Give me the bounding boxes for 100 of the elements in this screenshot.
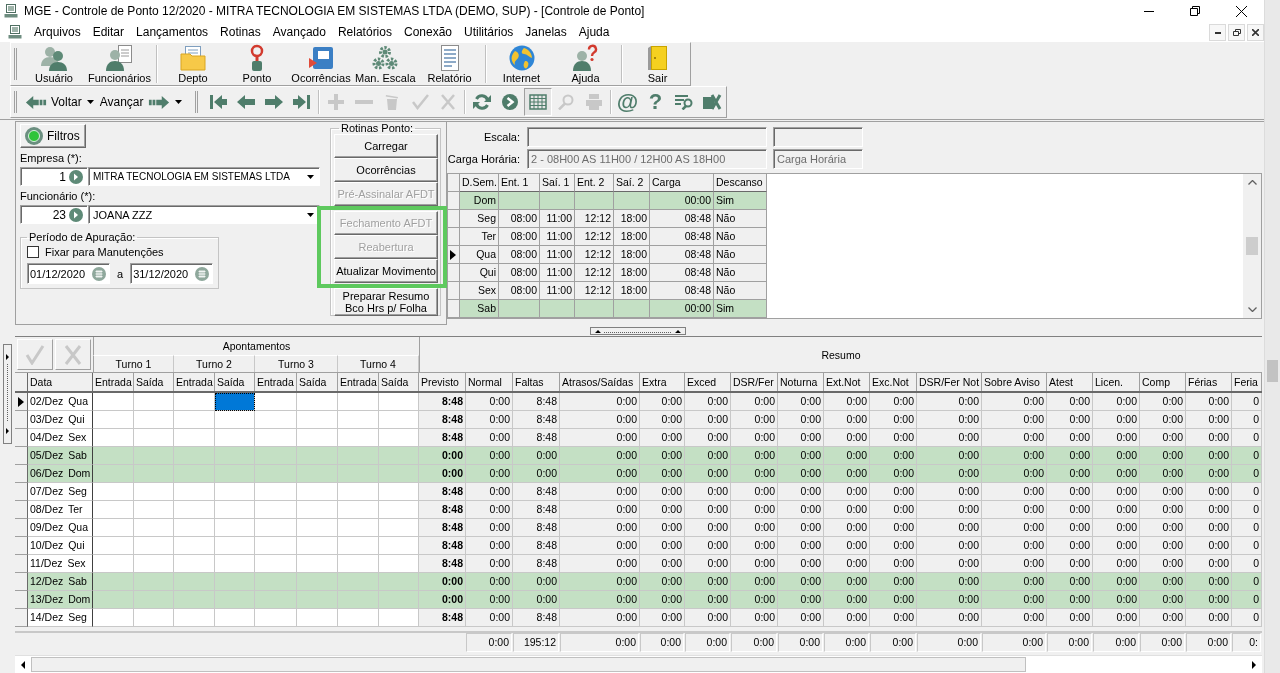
table-row[interactable]: Sab 00:00 Sim bbox=[448, 300, 767, 318]
table-row[interactable]: 04/Dez Sex 8:48 0:00 8:48 0:00 0:00 0:00 0:00 0:00 0:00 0:00 0:00 0:00 0:00 0:00 0:00 0:00 0 bbox=[15, 429, 1262, 447]
table-row[interactable]: Dom 00:00 Sim bbox=[448, 192, 767, 210]
toolbar-button[interactable]: Sair bbox=[625, 43, 690, 85]
table-row[interactable]: 13/Dez Dom 0:00 0:00 0:00 0:00 0:00 0:00 0:00 0:00 0:00 0:00 0:00 0:00 0:00 0:00 0:00 0:00 0 bbox=[15, 591, 1262, 609]
time-entry-cell[interactable] bbox=[134, 609, 174, 627]
table-row[interactable]: 09/Dez Qua 8:48 0:00 8:48 0:00 0:00 0:00 0:00 0:00 0:00 0:00 0:00 0:00 0:00 0:00 0:00 0:00 0 bbox=[15, 519, 1262, 537]
vertical-scrollbar[interactable] bbox=[1243, 174, 1261, 318]
filters-button[interactable]: Filtros bbox=[20, 124, 86, 148]
table-cell: 8:48 bbox=[513, 555, 560, 573]
checkbox[interactable] bbox=[27, 246, 39, 258]
table-row[interactable]: Seg 08:00 11:00 12:12 18:00 08:48 Não bbox=[448, 210, 767, 228]
company-select[interactable]: MITRA TECNOLOGIA EM SISTEMAS LTDA bbox=[88, 167, 320, 186]
time-entry-cell[interactable] bbox=[255, 609, 297, 627]
table-row[interactable]: Qui 08:00 11:00 12:12 18:00 08:48 Não bbox=[448, 264, 767, 282]
restore-icon bbox=[1190, 6, 1200, 16]
date-field[interactable]: 01/12/2020 bbox=[27, 263, 110, 284]
table-cell: 0:00 bbox=[1186, 501, 1232, 519]
back-button[interactable]: Voltar bbox=[22, 88, 85, 116]
workload-description-field[interactable]: Carga Horária bbox=[773, 148, 863, 169]
calendar-icon[interactable] bbox=[195, 266, 210, 281]
time-entry-cell[interactable] bbox=[215, 393, 255, 411]
vertical-scrollbar[interactable] bbox=[1264, 0, 1280, 673]
table-cell: 0:00 bbox=[778, 411, 824, 429]
side-panel-handle[interactable] bbox=[3, 344, 12, 444]
toolbar-button[interactable]: ? bbox=[641, 88, 670, 116]
menu-item[interactable]: Conexão bbox=[397, 25, 458, 39]
splitter-handle[interactable] bbox=[590, 326, 686, 335]
menu-item[interactable]: Janelas bbox=[519, 25, 573, 39]
time-entry-cell[interactable] bbox=[338, 609, 379, 627]
table-row[interactable]: 12/Dez Sab 0:00 0:00 0:00 0:00 0:00 0:00 0:00 0:00 0:00 0:00 0:00 0:00 0:00 0:00 0:00 0:00 0 bbox=[15, 573, 1262, 591]
table-row[interactable]: Qua 08:00 11:00 12:12 18:00 08:48 Não bbox=[448, 246, 767, 264]
table-row[interactable]: 03/Dez Qui 8:48 0:00 8:48 0:00 0:00 0:00 0:00 0:00 0:00 0:00 0:00 0:00 0:00 0:00 0:00 0:00 0 bbox=[15, 411, 1262, 429]
employee-select[interactable]: JOANA ZZZ bbox=[88, 205, 320, 224]
table-row[interactable]: 02/Dez Qua 8:48 0:00 8:48 0:00 0:00 0:00 0:00 0:00 0:00 0:00 0:00 0:00 0:00 0:00 0:00 0:00 0 bbox=[15, 393, 1262, 411]
workload-field[interactable]: 2 - 08H00 AS 11H00 / 12H00 AS 18H00 bbox=[527, 148, 767, 169]
table-row[interactable]: 08/Dez Ter 8:48 0:00 8:48 0:00 0:00 0:00 0:00 0:00 0:00 0:00 0:00 0:00 0:00 0:00 0:00 0:00 0 bbox=[15, 501, 1262, 519]
checkbox-label[interactable]: Fixar para Manutenções bbox=[45, 246, 164, 258]
scroll-thumb[interactable] bbox=[1267, 360, 1278, 382]
scroll-thumb[interactable] bbox=[31, 657, 1026, 672]
toolbar-button[interactable]: Internet bbox=[489, 43, 554, 85]
table-row[interactable]: 06/Dez Dom 0:00 0:00 0:00 0:00 0:00 0:00 0:00 0:00 0:00 0:00 0:00 0:00 0:00 0:00 0:00 0:00 0 bbox=[15, 465, 1262, 483]
toolbar-button[interactable]: Ocorrências bbox=[289, 43, 353, 85]
toolbar-button[interactable]: Ajuda bbox=[553, 43, 618, 85]
toolbar-button[interactable]: Depto bbox=[161, 43, 225, 85]
table-cell: 0:00 bbox=[640, 519, 685, 537]
table-cell: 0:00 bbox=[731, 501, 778, 519]
code-field[interactable]: 23 bbox=[20, 205, 88, 224]
table-row[interactable]: 14/Dez Seg 8:48 0:00 8:48 0:00 0:00 0:00 0:00 0:00 0:00 0:00 0:00 0:00 0:00 0:00 0:00 0:00 0 bbox=[15, 609, 1262, 627]
input-field[interactable] bbox=[527, 126, 767, 147]
table-row[interactable]: 10/Dez Qui 8:48 0:00 8:48 0:00 0:00 0:00 0:00 0:00 0:00 0:00 0:00 0:00 0:00 0:00 0:00 0:00 0 bbox=[15, 537, 1262, 555]
menu-item[interactable]: Relatórios bbox=[331, 25, 398, 39]
time-entry-cell[interactable] bbox=[297, 609, 338, 627]
close-button[interactable] bbox=[1247, 24, 1264, 41]
toolbar-button[interactable]: Man. Escala bbox=[353, 43, 418, 85]
routine-button[interactable]: Preparar Resumo Bco Hrs p/ Folha bbox=[334, 288, 438, 316]
table-icon bbox=[527, 94, 548, 110]
table-row[interactable]: 05/Dez Sab 0:00 0:00 0:00 0:00 0:00 0:00 0:00 0:00 0:00 0:00 0:00 0:00 0:00 0:00 0:00 0:00 0 bbox=[15, 447, 1262, 465]
triangle-right-icon[interactable] bbox=[1252, 660, 1256, 669]
row-header-cell bbox=[15, 555, 28, 573]
scroll-thumb[interactable] bbox=[1246, 237, 1258, 255]
chevron-down-icon[interactable] bbox=[1247, 307, 1257, 312]
date-field[interactable]: 31/12/2020 bbox=[130, 263, 214, 284]
toolbar-button[interactable] bbox=[523, 88, 552, 116]
menu-item[interactable]: Lançamentos bbox=[130, 25, 215, 39]
column-header: Licen. bbox=[1093, 373, 1140, 391]
menu-item[interactable]: Editar bbox=[86, 25, 131, 39]
time-entry-cell[interactable] bbox=[215, 609, 255, 627]
restore-button[interactable] bbox=[1228, 24, 1245, 41]
input-field[interactable] bbox=[773, 126, 863, 147]
menu-item[interactable]: Avançado bbox=[266, 25, 332, 39]
table-row[interactable]: Sex 08:00 11:00 12:12 18:00 08:48 Não bbox=[448, 282, 767, 300]
menu-item[interactable]: Ajuda bbox=[572, 25, 616, 39]
time-entry-cell[interactable] bbox=[174, 609, 215, 627]
toolbar-button[interactable]: @ bbox=[613, 88, 642, 116]
toolbar-button[interactable]: Usuário bbox=[22, 43, 86, 85]
table-cell: 8:48 bbox=[513, 519, 560, 537]
table-row[interactable]: 07/Dez Seg 8:48 0:00 8:48 0:00 0:00 0:00 0:00 0:00 0:00 0:00 0:00 0:00 0:00 0:00 0:00 0:00 0 bbox=[15, 483, 1262, 501]
calendar-icon[interactable] bbox=[92, 266, 106, 281]
routine-button[interactable]: Atualizar Movimento bbox=[334, 259, 438, 283]
routine-button[interactable]: Carregar bbox=[334, 134, 438, 158]
toolbar-button[interactable]: Relatório bbox=[417, 43, 482, 85]
toolbar-button[interactable]: Funcionários bbox=[86, 43, 153, 85]
menu-item[interactable]: Arquivos bbox=[28, 25, 87, 39]
table-row[interactable]: Ter 08:00 11:00 12:12 18:00 08:48 Não bbox=[448, 228, 767, 246]
menu-item[interactable]: Utilitários bbox=[458, 25, 520, 39]
forward-button[interactable]: Avançar bbox=[96, 88, 173, 116]
toolbar-button[interactable]: Ponto bbox=[225, 43, 289, 85]
horizontal-scrollbar[interactable] bbox=[15, 655, 1262, 673]
minimize-button[interactable] bbox=[1209, 24, 1226, 41]
dropdown-arrow-icon[interactable] bbox=[306, 174, 314, 179]
dropdown-arrow-icon[interactable] bbox=[306, 212, 314, 217]
routine-button[interactable]: Ocorrências bbox=[334, 158, 438, 182]
menu-item[interactable]: Rotinas bbox=[214, 25, 267, 39]
time-entry-cell[interactable] bbox=[93, 609, 134, 627]
table-cell: 0:00 bbox=[870, 555, 917, 573]
code-field[interactable]: 1 bbox=[20, 167, 88, 186]
chevron-up-icon[interactable] bbox=[1247, 180, 1257, 185]
triangle-left-icon[interactable] bbox=[21, 660, 25, 669]
table-row[interactable]: 11/Dez Sex 8:48 0:00 8:48 0:00 0:00 0:00 0:00 0:00 0:00 0:00 0:00 0:00 0:00 0:00 0:00 0:00 0 bbox=[15, 555, 1262, 573]
